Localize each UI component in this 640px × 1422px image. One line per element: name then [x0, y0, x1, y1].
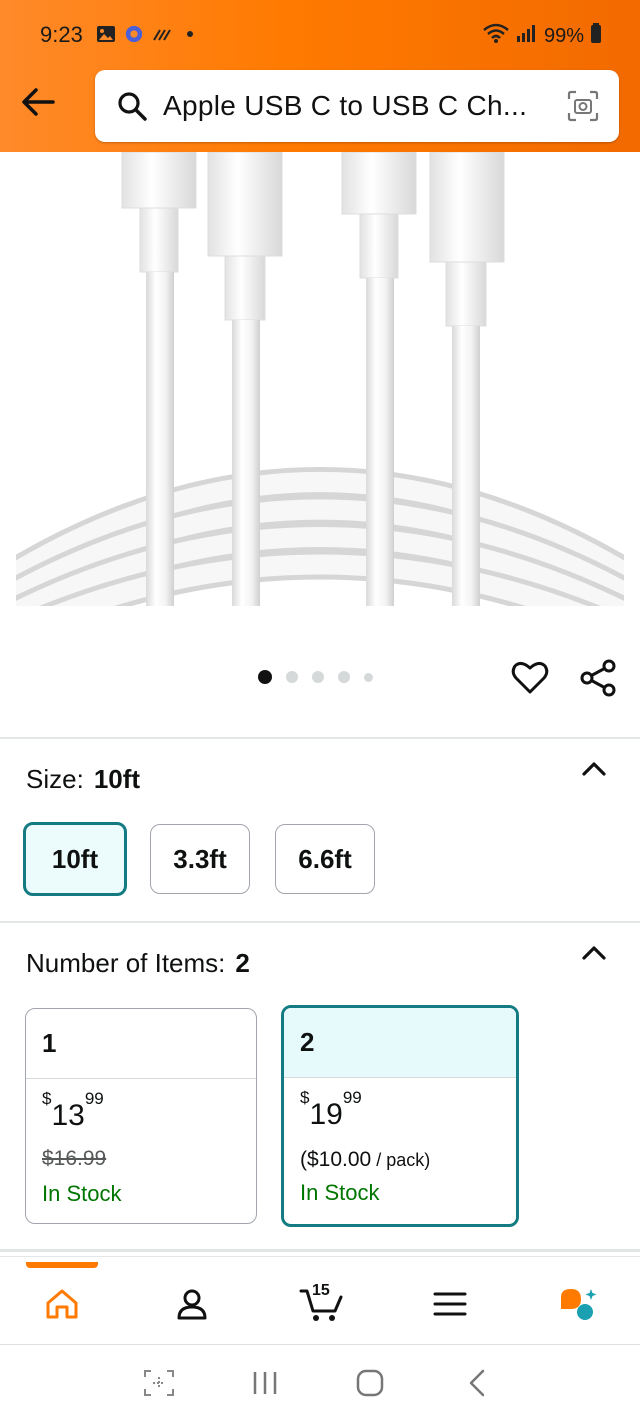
chevron-up-icon: [582, 762, 606, 776]
size-option-6-6ft[interactable]: 6.6ft: [275, 824, 375, 894]
item-option-2[interactable]: 2 $1999 ($10.00 / pack) In Stock: [281, 1005, 519, 1227]
item-option-count: 2: [284, 1008, 516, 1078]
back-system-button[interactable]: [464, 1366, 490, 1400]
price-whole: 19: [309, 1098, 343, 1131]
item-option-count: 1: [26, 1009, 256, 1079]
stock-status: In Stock: [300, 1180, 380, 1205]
status-right: 99%: [482, 22, 602, 50]
items-label: Number of Items: 2: [26, 948, 250, 979]
section-divider: [0, 1249, 640, 1252]
search-icon: [115, 89, 149, 123]
status-bar: 9:23 99%: [0, 0, 640, 70]
carousel-dot-active[interactable]: [258, 670, 272, 684]
size-label: Size: 10ft: [26, 764, 140, 795]
product-image[interactable]: [16, 152, 624, 606]
item-option-price: $1999: [300, 1088, 362, 1132]
scan-icon: [144, 1370, 174, 1396]
cell-signal-icon: [516, 23, 538, 49]
list-price: $16.99: [42, 1147, 107, 1170]
section-divider: [0, 921, 640, 923]
wifi-icon: [482, 22, 510, 50]
carousel-dot[interactable]: [286, 671, 298, 683]
size-label-text: Size:: [26, 764, 84, 794]
nav-home[interactable]: [40, 1282, 84, 1326]
chevron-left-icon: [469, 1369, 485, 1397]
items-label-text: Number of Items:: [26, 948, 226, 978]
unit-price: ($10.00 / pack): [300, 1148, 430, 1172]
size-option-3-3ft[interactable]: 3.3ft: [150, 824, 250, 894]
price-fraction: 99: [84, 1089, 104, 1108]
chevron-up-icon: [582, 946, 606, 960]
signal-activity-icon: [152, 24, 172, 44]
wishlist-button[interactable]: [510, 658, 550, 698]
size-option-label: 6.6ft: [298, 843, 352, 874]
screenshot-assist-button[interactable]: [142, 1366, 176, 1400]
arrow-left-icon: [22, 88, 55, 116]
item-option-1[interactable]: 1 $1399 $16.99 In Stock: [25, 1008, 257, 1224]
status-time: 9:23: [40, 22, 83, 47]
share-button[interactable]: [578, 658, 618, 698]
price-currency: $: [42, 1089, 52, 1108]
section-divider: [0, 737, 640, 739]
stock-status: In Stock: [42, 1181, 122, 1206]
person-icon: [177, 1289, 207, 1320]
recent-apps-button[interactable]: [250, 1366, 280, 1400]
cart-count-badge: 15: [312, 1282, 330, 1299]
price-whole: 13: [51, 1099, 85, 1132]
status-notification-icons: [96, 24, 200, 44]
search-input[interactable]: Apple USB C to USB C Ch...: [163, 90, 543, 122]
camera-lens-icon[interactable]: [567, 90, 599, 122]
item-option-price: $1399: [42, 1089, 104, 1133]
assistant-chat-icon: [561, 1289, 597, 1320]
carousel-dot[interactable]: [364, 672, 373, 682]
battery-icon: [590, 22, 602, 50]
home-square-icon: [356, 1369, 384, 1397]
unit-price-suffix: / pack): [371, 1150, 431, 1170]
collapse-size-button[interactable]: [580, 758, 610, 778]
nav-menu[interactable]: [428, 1282, 472, 1326]
size-option-10ft[interactable]: 10ft: [23, 822, 127, 896]
price-fraction: 99: [342, 1088, 362, 1107]
price-currency: $: [300, 1088, 310, 1107]
hamburger-menu-icon: [433, 1292, 467, 1316]
gallery-icon: [96, 24, 116, 44]
app-notification-icon: [124, 24, 144, 44]
active-tab-indicator: [26, 1262, 98, 1268]
back-button[interactable]: [18, 84, 58, 120]
dot-icon: [180, 24, 200, 44]
carousel-dot[interactable]: [338, 671, 350, 683]
heart-icon: [511, 661, 549, 694]
search-bar[interactable]: Apple USB C to USB C Ch...: [95, 70, 619, 142]
carousel-dot[interactable]: [312, 671, 324, 683]
nav-account[interactable]: [170, 1282, 214, 1326]
home-system-button[interactable]: [354, 1366, 386, 1400]
size-option-label: 3.3ft: [173, 843, 227, 874]
battery-text: 99%: [543, 24, 584, 47]
size-selected-value: 10ft: [93, 764, 141, 794]
unit-price-value: ($10.00: [300, 1148, 372, 1171]
items-selected-value: 2: [235, 948, 250, 978]
collapse-items-button[interactable]: [580, 942, 610, 962]
nav-rufus-assistant[interactable]: [556, 1282, 600, 1326]
home-icon: [46, 1289, 78, 1319]
share-icon: [580, 659, 616, 697]
recent-apps-icon: [253, 1372, 277, 1394]
size-option-label: 10ft: [51, 843, 99, 874]
app-header: 9:23 99% Apple USB C to USB C Ch...: [0, 0, 640, 152]
system-navigation-bar: [0, 1344, 640, 1422]
image-carousel-indicator[interactable]: [258, 670, 373, 684]
